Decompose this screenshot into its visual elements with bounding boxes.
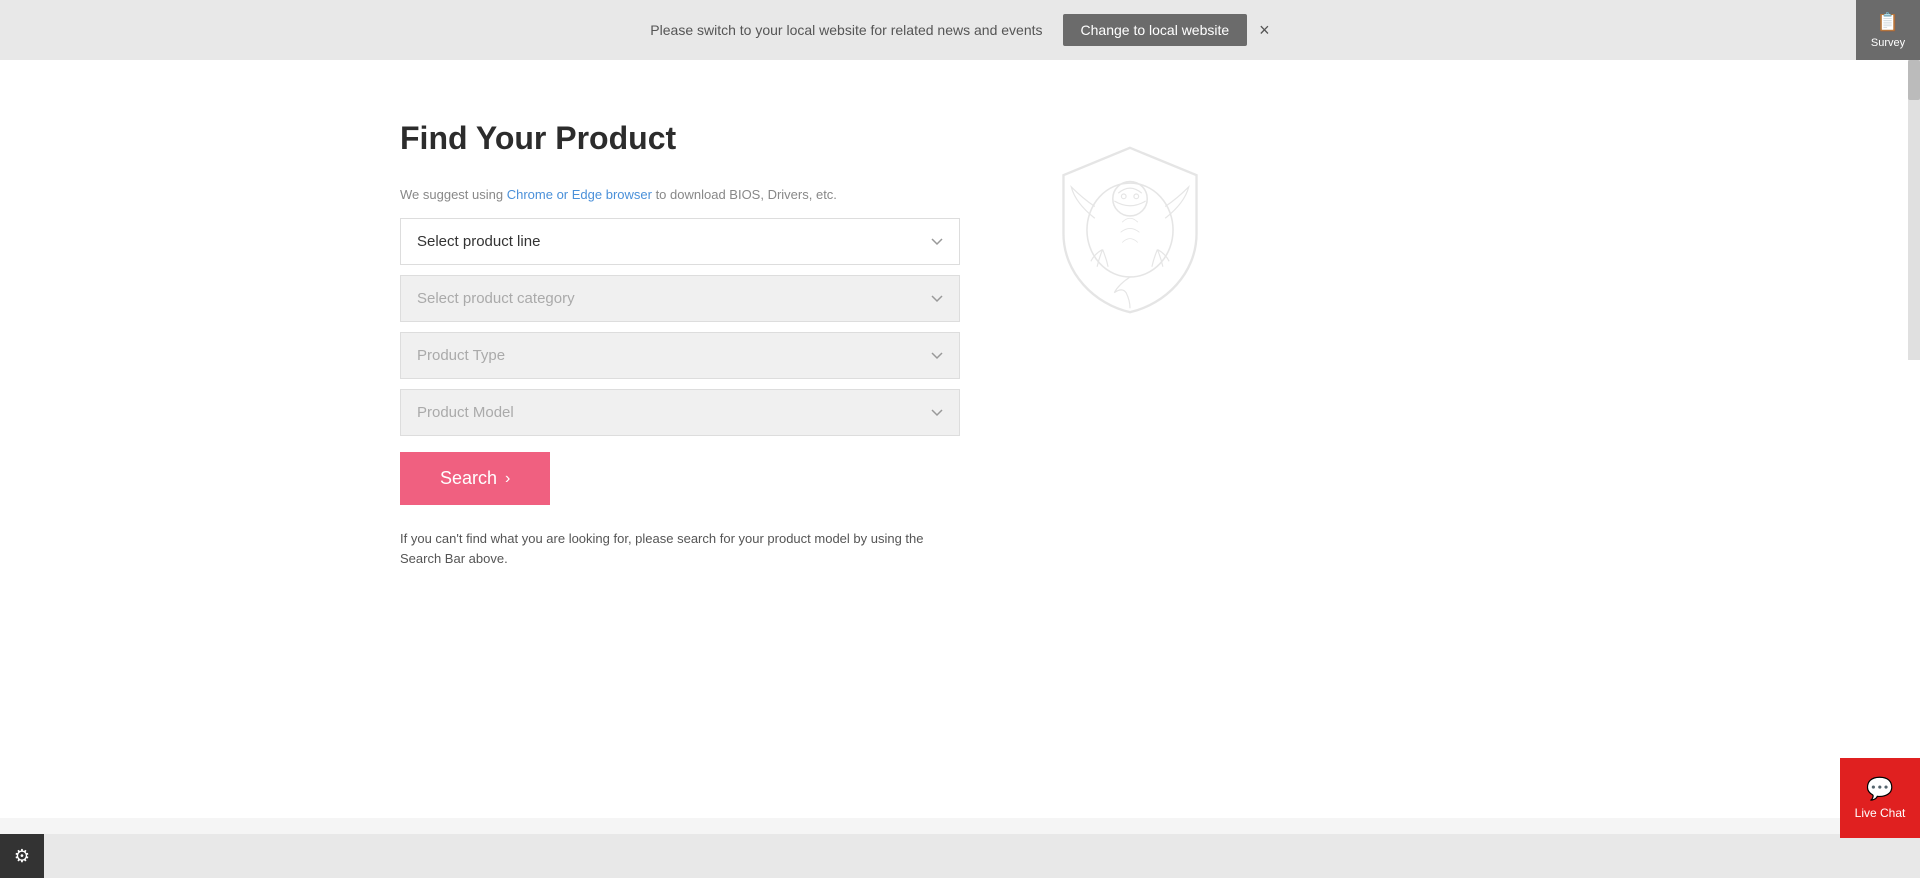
- live-chat-button[interactable]: 💬 Live Chat: [1840, 758, 1920, 838]
- product-line-container: Select product line: [400, 218, 960, 265]
- logo-section: [1040, 120, 1220, 320]
- main-content: Find Your Product We suggest using Chrom…: [0, 60, 1920, 818]
- product-model-container: Product Model: [400, 389, 960, 436]
- change-local-button[interactable]: Change to local website: [1063, 14, 1248, 46]
- live-chat-label: Live Chat: [1855, 806, 1906, 820]
- product-type-select[interactable]: Product Type: [400, 332, 960, 379]
- search-label: Search: [440, 468, 497, 489]
- suggestion-prefix: We suggest using: [400, 187, 507, 202]
- product-model-select[interactable]: Product Model: [400, 389, 960, 436]
- product-category-container: Select product category: [400, 275, 960, 322]
- page-title: Find Your Product: [400, 120, 960, 157]
- close-notification-button[interactable]: ×: [1259, 21, 1270, 39]
- notification-actions: Change to local website ×: [1063, 14, 1270, 46]
- scrollbar-thumb[interactable]: [1908, 60, 1920, 100]
- search-button[interactable]: Search ›: [400, 452, 550, 505]
- suggestion-suffix: to download BIOS, Drivers, etc.: [652, 187, 837, 202]
- live-chat-icon: 💬: [1866, 776, 1893, 802]
- notification-bar: Please switch to your local website for …: [0, 0, 1920, 60]
- footer-bar: [0, 834, 1920, 878]
- help-text: If you can't find what you are looking f…: [400, 529, 960, 568]
- product-category-select[interactable]: Select product category: [400, 275, 960, 322]
- product-line-select[interactable]: Select product line: [400, 218, 960, 265]
- gear-icon: ⚙: [14, 846, 30, 867]
- suggestion-text: We suggest using Chrome or Edge browser …: [400, 187, 960, 202]
- form-section: Find Your Product We suggest using Chrom…: [400, 120, 960, 568]
- msi-shield-logo: [1040, 140, 1220, 320]
- suggestion-browsers-link[interactable]: Chrome or Edge browser: [507, 187, 652, 202]
- search-arrow-icon: ›: [505, 470, 510, 488]
- survey-icon: 📋: [1877, 12, 1899, 33]
- survey-label: Survey: [1871, 37, 1905, 49]
- survey-button[interactable]: 📋 Survey: [1856, 0, 1920, 60]
- product-type-container: Product Type: [400, 332, 960, 379]
- cookie-settings-button[interactable]: ⚙: [0, 834, 44, 878]
- notification-text: Please switch to your local website for …: [650, 22, 1042, 38]
- content-wrapper: Find Your Product We suggest using Chrom…: [360, 120, 1560, 568]
- scrollbar-track[interactable]: [1908, 60, 1920, 360]
